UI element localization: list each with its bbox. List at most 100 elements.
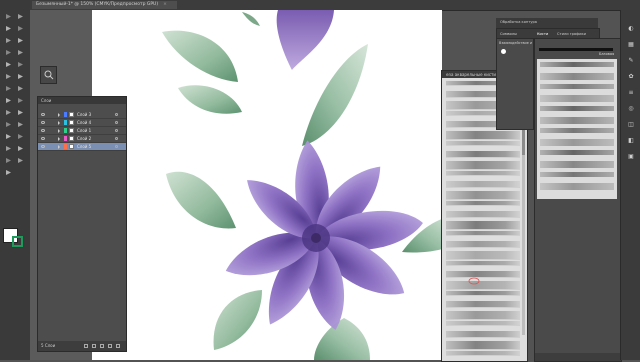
brush-stroke[interactable] xyxy=(446,161,520,170)
brush-stroke[interactable] xyxy=(540,73,614,80)
slice-icon[interactable] xyxy=(3,156,14,164)
target-icon[interactable] xyxy=(115,113,118,116)
brush-stroke[interactable] xyxy=(446,151,520,158)
brush-stroke[interactable] xyxy=(540,139,614,146)
basic-brush-stroke[interactable] xyxy=(539,48,613,51)
eye-icon[interactable] xyxy=(41,113,45,116)
artboards-icon[interactable]: ▣ xyxy=(627,152,635,160)
eye-icon[interactable] xyxy=(41,137,45,140)
layer-row[interactable]: Слой 4 xyxy=(38,119,126,127)
brush-stroke[interactable] xyxy=(446,241,520,248)
brush-stroke[interactable] xyxy=(446,211,520,218)
color-icon[interactable]: ◐ xyxy=(627,24,635,32)
perspective-icon[interactable] xyxy=(3,108,14,116)
brush-stroke[interactable] xyxy=(446,301,520,308)
scale-icon[interactable] xyxy=(3,84,14,92)
column-graph-icon[interactable] xyxy=(3,144,14,152)
symbols-icon[interactable]: ✿ xyxy=(627,72,635,80)
stroke-icon[interactable]: ≡ xyxy=(627,88,635,96)
eraser-icon[interactable] xyxy=(3,72,14,80)
target-icon[interactable] xyxy=(115,145,118,148)
close-icon[interactable]: × xyxy=(163,2,167,7)
brush-stroke[interactable] xyxy=(446,291,520,296)
brush-stroke[interactable] xyxy=(446,181,520,188)
shape-builder-icon[interactable] xyxy=(15,96,26,104)
document-tab[interactable]: Безымянный-1* @ 150% (CMYK/Предпросмотр … xyxy=(32,1,177,9)
swatches-icon[interactable]: ▦ xyxy=(627,40,635,48)
layer-row[interactable]: Слой 1 xyxy=(38,127,126,135)
brush-stroke[interactable] xyxy=(446,351,520,356)
brush-stroke[interactable] xyxy=(446,131,520,140)
rotate-icon[interactable] xyxy=(15,72,26,80)
layers-icon[interactable]: ◧ xyxy=(627,136,635,144)
hand-icon[interactable] xyxy=(15,156,26,164)
eye-icon[interactable] xyxy=(41,145,45,148)
brush-stroke[interactable] xyxy=(446,231,520,236)
brush-stroke[interactable] xyxy=(446,281,520,290)
new-layer-icon[interactable] xyxy=(108,344,112,348)
lasso-icon[interactable] xyxy=(15,24,26,32)
brush-stroke[interactable] xyxy=(540,84,614,89)
layer-row[interactable]: Слой 5 xyxy=(38,143,126,151)
free-transform-icon[interactable] xyxy=(3,96,14,104)
eyedropper-icon[interactable] xyxy=(15,120,26,128)
layer-row[interactable]: Слой 3 xyxy=(38,111,126,119)
brush-stroke[interactable] xyxy=(540,172,614,177)
brush-stroke[interactable] xyxy=(446,261,520,266)
expand-arrow-icon[interactable] xyxy=(58,129,60,133)
brush-stroke[interactable] xyxy=(446,141,520,146)
brush-stroke[interactable] xyxy=(446,201,520,206)
magic-wand-icon[interactable] xyxy=(3,24,14,32)
blend-icon[interactable] xyxy=(3,132,14,140)
type-icon[interactable] xyxy=(15,36,26,44)
target-icon[interactable] xyxy=(115,129,118,132)
artboard[interactable] xyxy=(92,10,442,360)
line-icon[interactable] xyxy=(3,48,14,56)
brush-stroke[interactable] xyxy=(540,183,614,190)
brush-stroke[interactable] xyxy=(446,321,520,326)
brush-stroke[interactable] xyxy=(540,128,614,133)
brush-stroke[interactable] xyxy=(446,341,520,350)
brush-stroke[interactable] xyxy=(540,95,614,102)
brush-library-scrollbar[interactable] xyxy=(522,95,525,335)
expand-arrow-icon[interactable] xyxy=(58,113,60,117)
brushes-icon[interactable]: ✎ xyxy=(627,56,635,64)
layer-row[interactable]: Слой 2 xyxy=(38,135,126,143)
eye-icon[interactable] xyxy=(41,121,45,124)
fill-stroke-swatches[interactable] xyxy=(3,228,27,250)
symbol-sprayer-icon[interactable] xyxy=(15,132,26,140)
artboard-icon[interactable] xyxy=(15,144,26,152)
locate-object-icon[interactable] xyxy=(84,344,88,348)
brush-stroke[interactable] xyxy=(446,251,520,260)
pen-icon[interactable] xyxy=(3,36,14,44)
appearance-icon[interactable]: ◫ xyxy=(627,120,635,128)
direct-select-icon[interactable] xyxy=(15,12,26,20)
eye-icon[interactable] xyxy=(41,129,45,132)
pencil-icon[interactable] xyxy=(15,60,26,68)
brush-stroke[interactable] xyxy=(446,221,520,230)
expand-arrow-icon[interactable] xyxy=(58,145,60,149)
new-sublayer-icon[interactable] xyxy=(100,344,104,348)
clipping-mask-icon[interactable] xyxy=(92,344,96,348)
brush-stroke[interactable] xyxy=(540,150,614,155)
zoom-icon[interactable] xyxy=(3,168,14,176)
paintbrush-icon[interactable] xyxy=(3,60,14,68)
brush-size-dot[interactable] xyxy=(501,49,506,54)
brush-stroke[interactable] xyxy=(540,161,614,168)
rectangle-icon[interactable] xyxy=(15,48,26,56)
width-icon[interactable] xyxy=(15,84,26,92)
expand-arrow-icon[interactable] xyxy=(58,121,60,125)
mesh-icon[interactable] xyxy=(15,108,26,116)
trash-icon[interactable] xyxy=(116,344,120,348)
brushes-list[interactable] xyxy=(537,59,617,199)
expand-arrow-icon[interactable] xyxy=(58,137,60,141)
brush-stroke[interactable] xyxy=(446,311,520,320)
target-icon[interactable] xyxy=(115,137,118,140)
brush-stroke[interactable] xyxy=(446,271,520,278)
brush-stroke[interactable] xyxy=(540,117,614,124)
target-icon[interactable] xyxy=(115,121,118,124)
gradient-icon[interactable] xyxy=(3,120,14,128)
brush-stroke[interactable] xyxy=(446,191,520,200)
transparency-icon[interactable]: ◎ xyxy=(627,104,635,112)
stroke-swatch[interactable] xyxy=(12,236,23,247)
